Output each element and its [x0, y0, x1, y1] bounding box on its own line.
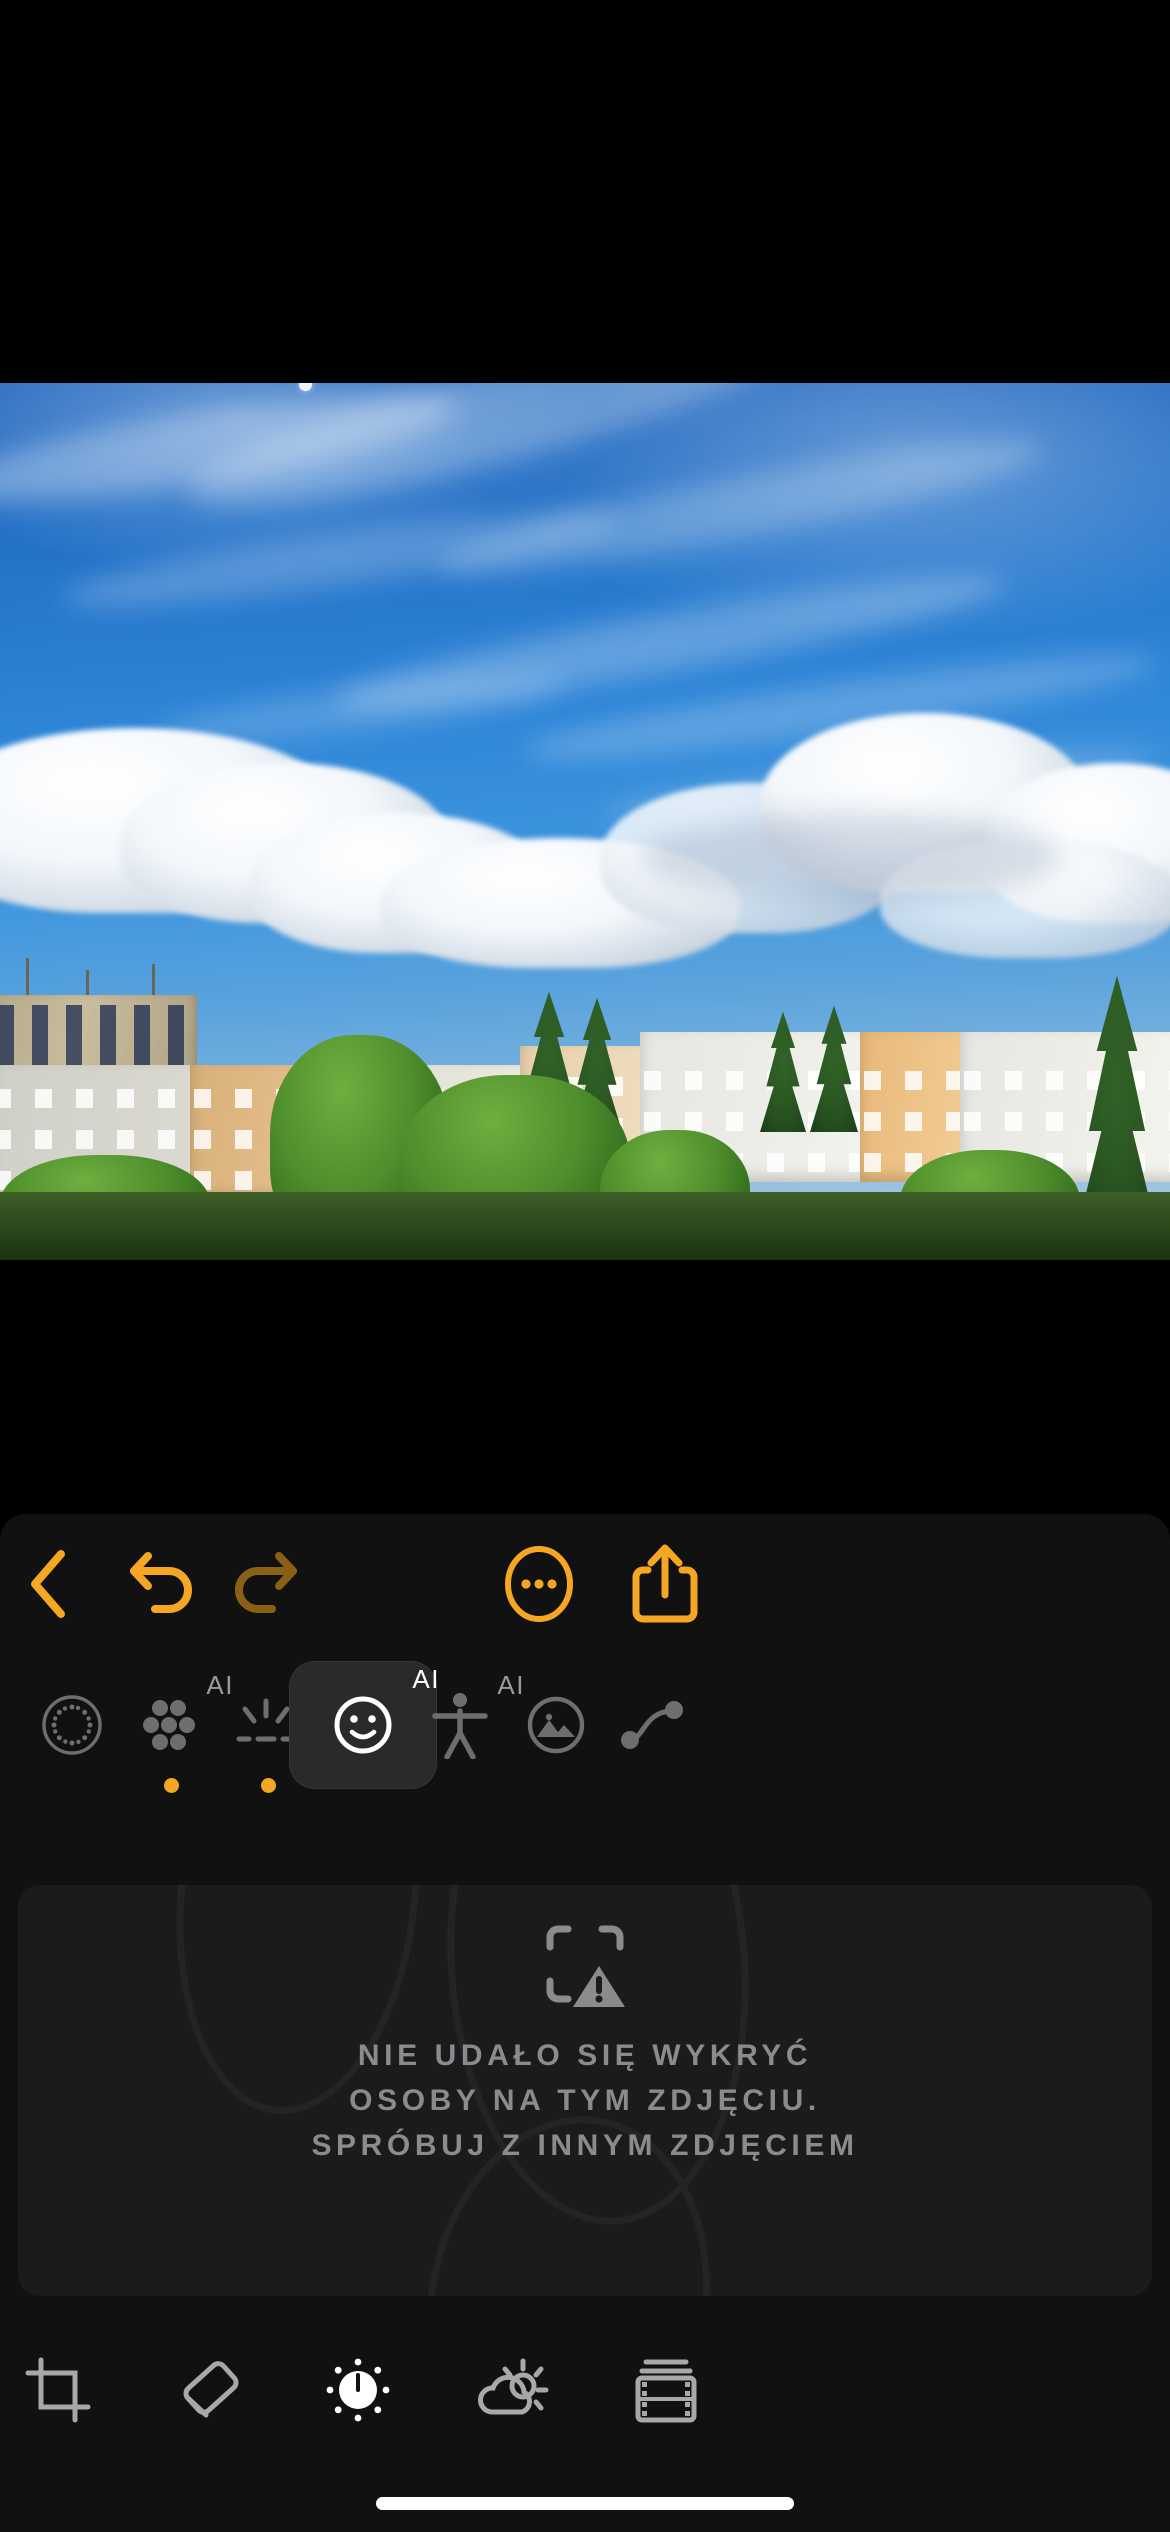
no-person-detected-card: NIE UDAŁO SIĘ WYKRYĆ OSOBY NA TYM ZDJĘCI… — [18, 1885, 1152, 2296]
tool-retouch[interactable] — [20, 1660, 124, 1790]
redo-icon — [235, 1552, 297, 1613]
back-button[interactable] — [0, 1536, 96, 1632]
home-indicator[interactable] — [376, 2497, 794, 2510]
smiley-face-icon — [334, 1696, 392, 1754]
share-icon — [632, 1544, 698, 1623]
tool-body[interactable]: AI — [408, 1660, 524, 1790]
eraser-icon — [183, 2361, 239, 2418]
tab-adjust[interactable] — [296, 2328, 420, 2452]
crop-icon — [25, 2357, 91, 2423]
tab-crop[interactable] — [0, 2328, 120, 2452]
tab-effects[interactable] — [452, 2328, 576, 2452]
sun-cloud-icon — [478, 2358, 549, 2415]
film-roll-icon — [635, 2359, 697, 2423]
photo-canvas[interactable] — [0, 383, 1170, 1260]
landscape-circle-icon — [527, 1696, 585, 1754]
phone-screen: AI AI AI NIE UDAŁO SIĘ WYKRYĆ OSOBY NA T… — [0, 0, 1170, 2532]
curve-nodes-icon — [621, 1701, 683, 1749]
more-circle-icon — [505, 1546, 573, 1622]
message-line-2: OSOBY NA TYM ZDJĘCIU. — [349, 2084, 821, 2117]
dots-cluster-icon — [143, 1700, 195, 1750]
redo-button[interactable] — [216, 1536, 312, 1632]
tab-film[interactable] — [604, 2328, 728, 2452]
person-icon — [432, 1693, 488, 1759]
tool-active-dot — [164, 1778, 179, 1793]
tool-skin-smooth[interactable]: AI — [117, 1660, 233, 1793]
tool-curves[interactable] — [600, 1660, 704, 1790]
editor-action-bar — [0, 1514, 1170, 1654]
message-line-3: SPRÓBUJ Z INNYM ZDJĘCIEM — [311, 2129, 859, 2162]
ground — [0, 1192, 1170, 1260]
tool-sky[interactable] — [504, 1660, 608, 1790]
no-person-message: NIE UDAŁO SIĘ WYKRYĆ OSOBY NA TYM ZDJĘCI… — [18, 2033, 1152, 2168]
message-line-1: NIE UDAŁO SIĘ WYKRYĆ — [357, 2039, 813, 2072]
more-button[interactable] — [491, 1536, 587, 1632]
tab-retouch[interactable] — [146, 2328, 270, 2452]
brightness-icon — [326, 2358, 390, 2422]
undo-icon — [130, 1552, 192, 1613]
scan-warning-icon — [546, 1925, 625, 2007]
skyline — [0, 958, 1170, 1260]
ai-tools-row: AI AI AI — [0, 1660, 1170, 1793]
undo-button[interactable] — [115, 1536, 211, 1632]
tool-active-dot — [261, 1778, 276, 1793]
share-button[interactable] — [617, 1536, 713, 1632]
dotted-circle-icon — [42, 1695, 102, 1755]
cumulus-shadow — [640, 813, 1060, 903]
chevron-left-icon — [31, 1550, 65, 1618]
